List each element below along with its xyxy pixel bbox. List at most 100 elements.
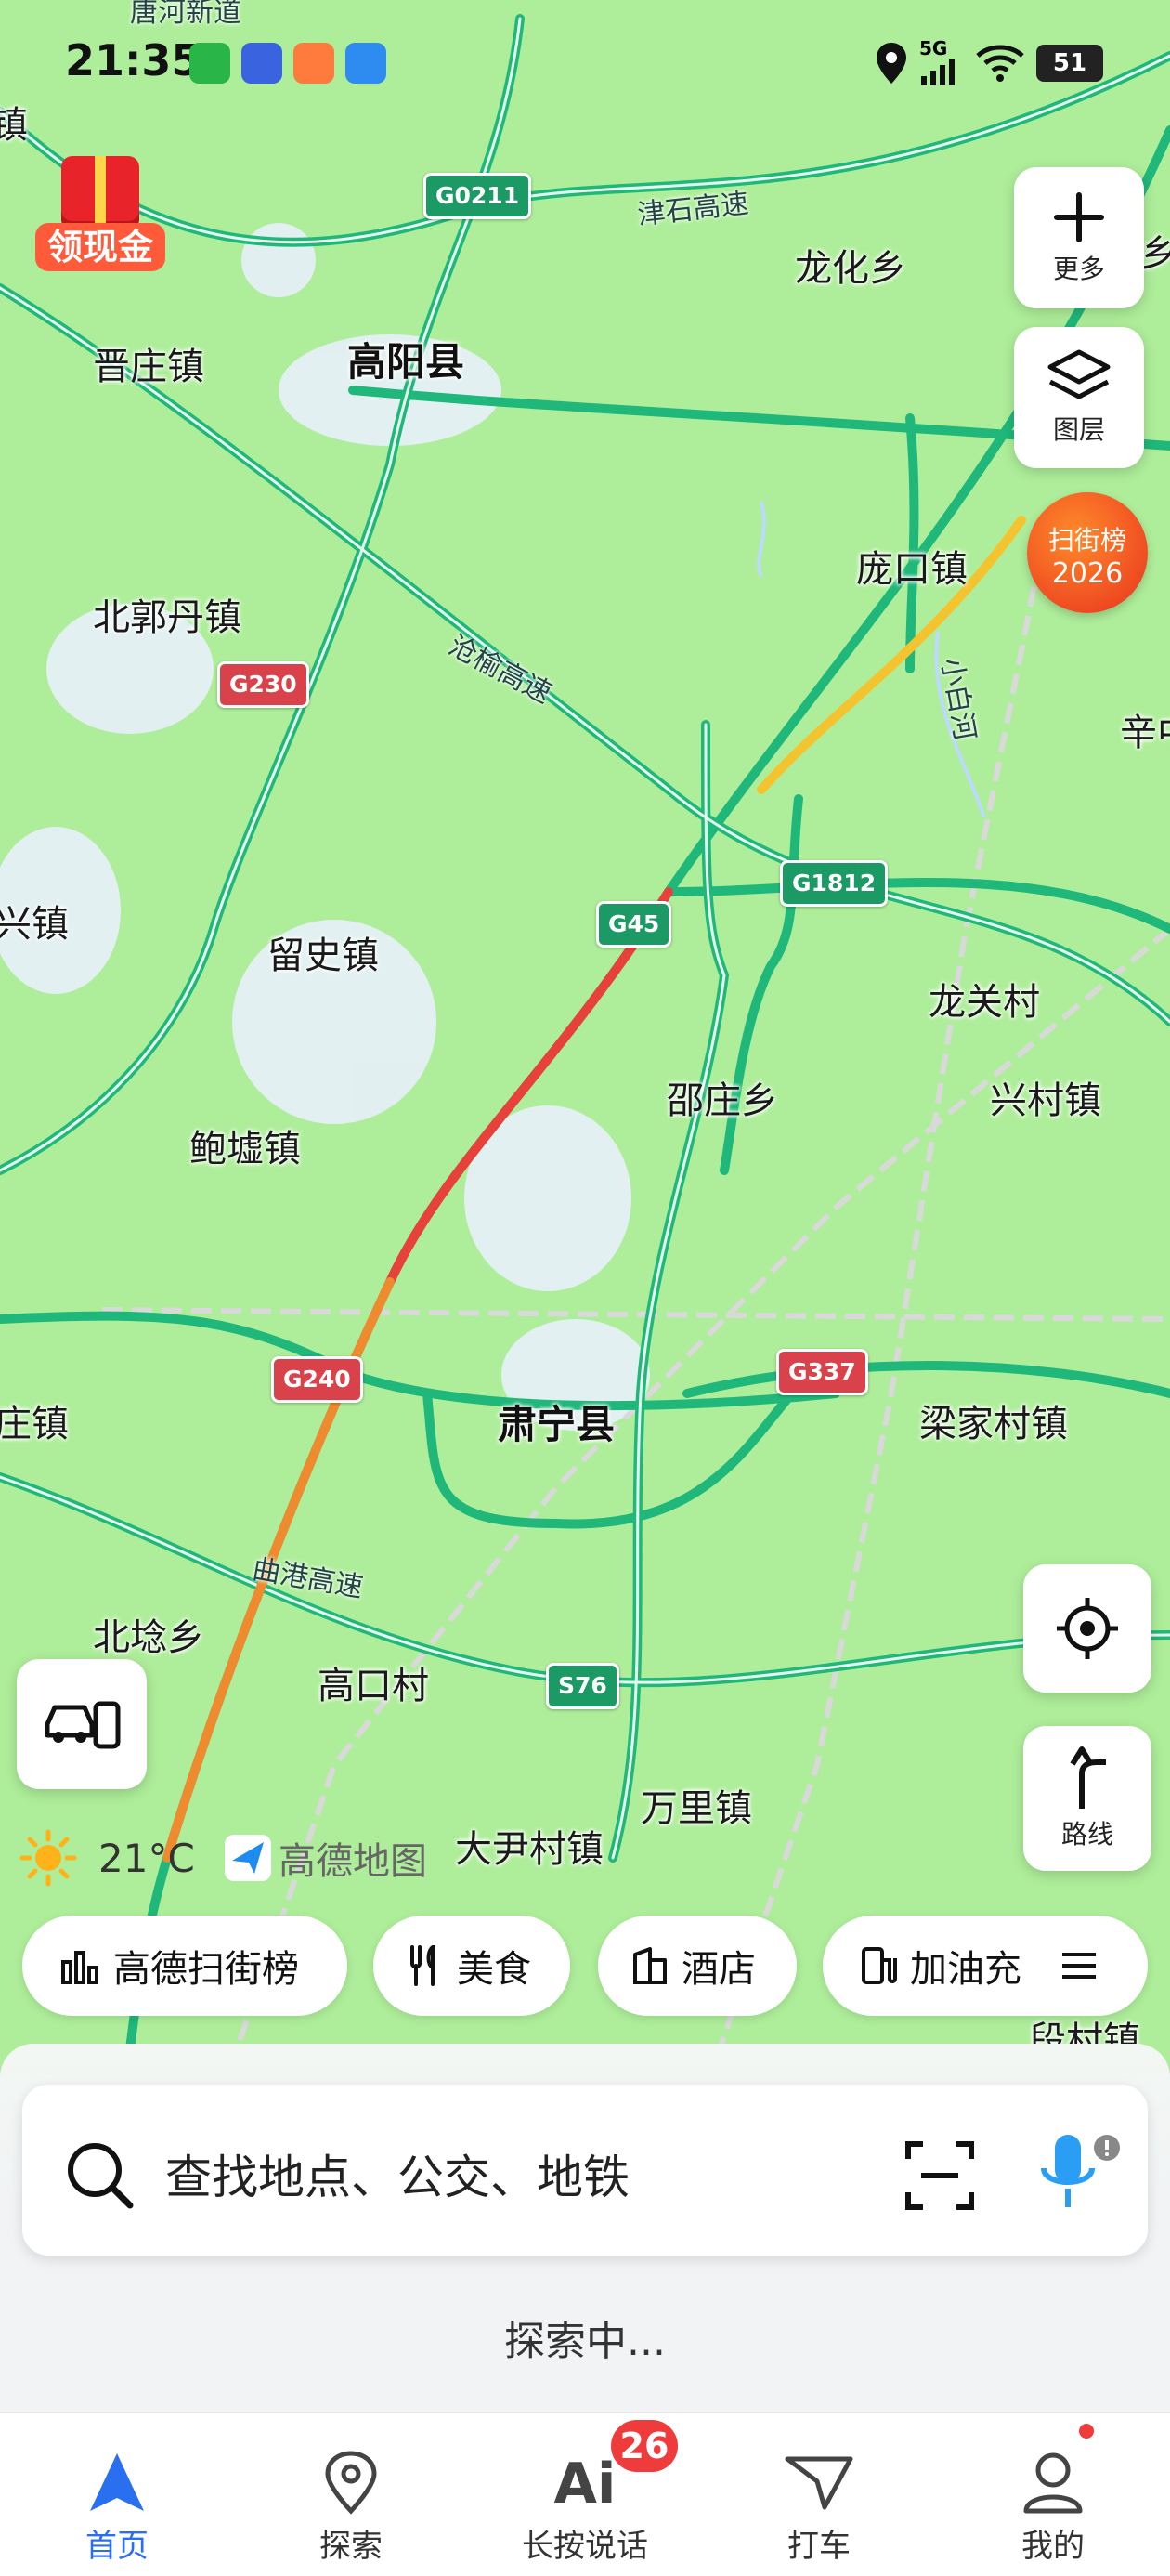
nav-label: 打车	[787, 2528, 851, 2565]
search-icon	[68, 2143, 134, 2209]
plus-icon	[1054, 192, 1104, 242]
nav-label: 探索	[319, 2528, 383, 2565]
taxi-icon	[785, 2456, 853, 2510]
place-label[interactable]: 高阳县	[347, 331, 464, 387]
place-label[interactable]: 兴镇	[0, 894, 69, 948]
route-button[interactable]: 路线	[1023, 1726, 1151, 1871]
road-shield[interactable]: G337	[776, 1349, 868, 1395]
road-shield[interactable]: G240	[271, 1356, 363, 1403]
place-label[interactable]: 北埝乡	[93, 1607, 204, 1661]
route-arrow-icon	[1070, 1746, 1106, 1809]
layers-button[interactable]: 图层	[1014, 327, 1144, 468]
saojie-line1: 扫街榜	[1047, 525, 1126, 556]
more-button[interactable]: 更多	[1014, 167, 1144, 308]
place-label[interactable]: 龙关村	[929, 972, 1040, 1026]
car-phone-icon	[45, 1701, 121, 1749]
ai-icon: Ai	[553, 2452, 617, 2517]
food-icon	[410, 1945, 435, 1986]
hotel-icon	[633, 1947, 667, 1984]
status-time: 21:35	[65, 35, 202, 85]
place-label[interactable]: 鲍墟镇	[189, 1118, 301, 1172]
nav-explore[interactable]: 探索	[234, 2413, 468, 2576]
home-icon	[90, 2453, 144, 2511]
network-type: 5G	[919, 37, 948, 59]
route-label: 路线	[1060, 1819, 1113, 1850]
nav-taxi[interactable]: 打车	[702, 2413, 936, 2576]
chip-label: 高德扫街榜	[113, 1948, 299, 1991]
place-label[interactable]: 庞口镇	[856, 539, 968, 593]
road-shield[interactable]: G230	[217, 661, 309, 708]
place-label[interactable]: 梁家村镇	[919, 1393, 1068, 1447]
place-label[interactable]: 邵庄乡	[667, 1070, 778, 1124]
place-label[interactable]: 兴村镇	[990, 1070, 1101, 1124]
profile-notify-dot	[1079, 2424, 1094, 2439]
chip-saojie[interactable]: 高德扫街榜	[22, 1916, 347, 2016]
sun-icon	[20, 1829, 77, 1887]
place-label[interactable]: 留史镇	[267, 925, 379, 979]
place-label[interactable]: 高口村	[318, 1655, 429, 1709]
cash-promo-label: 领现金	[35, 223, 165, 271]
brand-label: 高德地图	[279, 1840, 427, 1883]
road-name: 唐河新道	[130, 0, 241, 29]
ai-badge: 26	[611, 2420, 678, 2472]
gift-box-icon	[61, 156, 139, 230]
car-phone-button[interactable]	[17, 1659, 147, 1789]
location-icon	[877, 43, 906, 84]
place-label[interactable]: 晋庄镇	[93, 336, 204, 390]
place-label[interactable]: 辛中	[1120, 702, 1170, 756]
brand-watermark: 高德地图	[223, 1830, 427, 1886]
amap-logo-icon	[225, 1835, 271, 1881]
app-orange-icon	[293, 43, 334, 84]
place-label[interactable]: 庄镇	[0, 1393, 69, 1447]
saojie-line2: 2026	[1051, 557, 1124, 590]
place-label[interactable]: 大尹村镇	[455, 1819, 604, 1873]
layers-label: 图层	[1052, 414, 1105, 445]
ranking-icon	[61, 1951, 98, 1984]
battery-icon: 51	[1036, 45, 1103, 82]
wechat-icon	[189, 43, 230, 84]
explore-icon	[325, 2451, 377, 2515]
weather-widget[interactable]: 21°C	[19, 1829, 195, 1887]
vivo-icon	[241, 43, 282, 84]
locate-button[interactable]	[1023, 1564, 1151, 1693]
road-shield[interactable]: G45	[596, 901, 672, 948]
bottom-nav: 首页 探索 Ai 26 长按说话 打车 我的	[0, 2412, 1170, 2576]
road-shield[interactable]: G1812	[780, 860, 889, 907]
temperature: 21°C	[98, 1835, 195, 1881]
nav-label: 首页	[85, 2528, 149, 2565]
road-shield[interactable]: G0211	[423, 173, 532, 219]
place-label[interactable]: 镇	[0, 95, 28, 149]
more-label: 更多	[1052, 254, 1105, 284]
chip-food[interactable]: 美食	[373, 1916, 570, 2016]
chip-label: 加油充	[910, 1948, 1021, 1991]
cash-promo-button[interactable]: 领现金	[35, 156, 165, 277]
place-label[interactable]: 北郭丹镇	[93, 587, 241, 641]
search-bar[interactable]: 查找地点、公交、地铁	[22, 2085, 1148, 2256]
place-label[interactable]: 肃宁县	[498, 1393, 615, 1450]
chip-label: 酒店	[682, 1948, 756, 1991]
menu-icon[interactable]	[1060, 1951, 1098, 1981]
place-label[interactable]: 万里镇	[641, 1778, 752, 1832]
profile-icon	[1023, 2452, 1083, 2514]
explore-status: 探索中...	[504, 2318, 666, 2365]
nav-profile[interactable]: 我的	[936, 2413, 1170, 2576]
battery-level: 51	[1052, 49, 1087, 77]
fuel-icon	[862, 1947, 897, 1984]
chip-hotel[interactable]: 酒店	[598, 1916, 797, 2016]
nav-ai-voice[interactable]: Ai 26 长按说话	[468, 2413, 702, 2576]
chip-label: 美食	[457, 1948, 531, 1991]
chip-fuel[interactable]: 加油充	[823, 1916, 1148, 2016]
wifi-icon	[976, 45, 1024, 82]
road-shield[interactable]: S76	[546, 1663, 619, 1709]
place-label[interactable]: 乡	[1140, 223, 1170, 277]
layers-icon	[1047, 349, 1111, 399]
nav-home[interactable]: 首页	[0, 2413, 234, 2576]
place-label[interactable]: 龙化乡	[795, 238, 906, 292]
voice-mic-icon[interactable]	[1031, 2129, 1124, 2218]
scan-icon[interactable]	[904, 2140, 975, 2211]
saojie-2026-button[interactable]: 扫街榜 2026	[1027, 492, 1148, 613]
nav-label: 长按说话	[522, 2528, 648, 2565]
crosshair-icon	[1057, 1598, 1118, 1659]
signal-icon	[921, 59, 955, 85]
search-input[interactable]: 查找地点、公交、地铁	[165, 2140, 630, 2207]
